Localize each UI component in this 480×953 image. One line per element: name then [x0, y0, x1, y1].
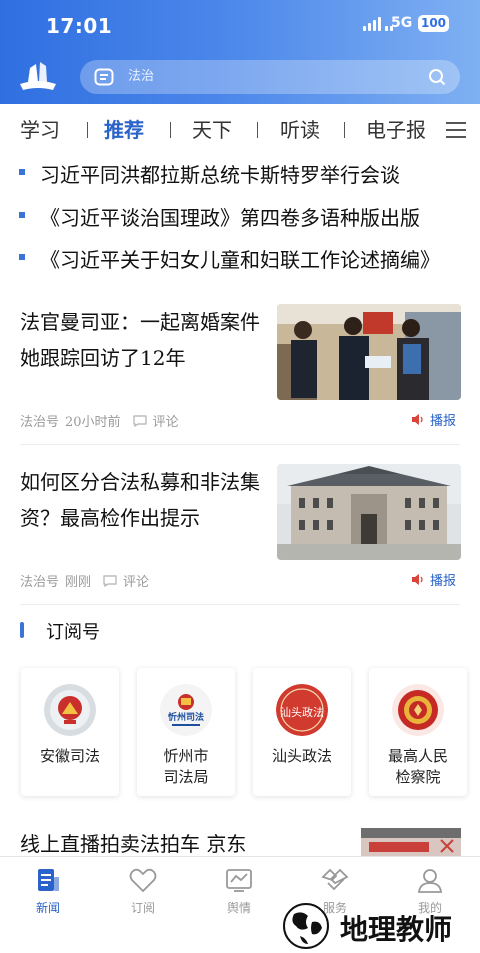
news-title[interactable]: 法官曼司亚：一起离婚案件她跟踪回访了12年 — [20, 304, 266, 376]
shantou-politics-logo-icon: 汕头政法 — [276, 684, 328, 736]
news-image[interactable] — [277, 464, 461, 560]
chart-icon — [226, 869, 252, 892]
news-card[interactable]: 如何区分合法私募和非法集资？最高检作出提示 法治号 刚刚 评论 播报 — [0, 464, 480, 624]
tab-divider — [344, 122, 345, 138]
tab-divider — [87, 122, 88, 138]
headline-text[interactable]: 《习近平谈治国理政》第四卷多语种版出版 — [40, 202, 420, 231]
watermark: 地理教师 — [276, 902, 472, 950]
section-accent-bar — [20, 622, 24, 638]
subscription-name: 忻州市 司法局 — [163, 747, 209, 786]
xinzhou-justice-logo-icon: 忻州司法 — [160, 684, 212, 736]
comment-label[interactable]: 评论 — [153, 411, 179, 430]
subscription-card-shantou-politics[interactable]: 汕头政法 汕头政法 — [253, 668, 351, 796]
bullet-icon — [19, 212, 25, 218]
tab-world[interactable]: 天下 — [192, 114, 232, 143]
signal-icon — [363, 17, 393, 31]
headline-item[interactable]: 习近平同洪都拉斯总统卡斯特罗举行会谈 — [0, 155, 480, 191]
subscription-name: 最高人民 检察院 — [387, 747, 448, 786]
battery-icon: 100 — [418, 15, 449, 32]
news-image[interactable] — [361, 828, 461, 856]
divider — [20, 604, 460, 605]
person-icon — [417, 869, 443, 893]
channel-tabs: 学习 推荐 天下 听读 电子报 — [0, 104, 480, 152]
app-logo-icon[interactable] — [18, 58, 58, 94]
speaker-icon — [412, 574, 423, 585]
xinzhou-logo-text: 忻州司法 — [168, 711, 204, 723]
watermark-text: 地理教师 — [340, 913, 453, 946]
bullet-icon — [19, 254, 25, 260]
news-meta: 法治号 刚刚 评论 — [20, 571, 149, 590]
scan-icon[interactable] — [94, 68, 114, 86]
news-time: 20小时前 — [65, 415, 121, 430]
heart-icon — [129, 868, 157, 893]
subscription-card-supreme-procuratorate[interactable]: 最高人民 检察院 — [369, 668, 467, 796]
headline-text[interactable]: 习近平同洪都拉斯总统卡斯特罗举行会谈 — [40, 159, 400, 188]
tab-recommend[interactable]: 推荐 — [104, 114, 144, 143]
subscription-name: 汕头政法 — [271, 747, 332, 765]
nav-subscribe[interactable]: 订阅 — [113, 865, 173, 916]
broadcast-button[interactable]: 播报 — [411, 570, 456, 589]
search-bar[interactable]: 法治 — [80, 60, 460, 94]
news-source[interactable]: 法治号 — [20, 411, 59, 430]
shantou-logo-text: 汕头政法 — [280, 705, 324, 719]
news-icon — [38, 869, 59, 891]
headline-item[interactable]: 《习近平关于妇女儿童和妇联工作论述摘编》 — [0, 240, 480, 276]
tab-divider — [257, 122, 258, 138]
headline-text[interactable]: 《习近平关于妇女儿童和妇联工作论述摘编》 — [40, 244, 440, 273]
news-time: 刚刚 — [65, 575, 92, 590]
subscription-card-xinzhou-justice[interactable]: 忻州司法 忻州市 司法局 — [137, 668, 235, 796]
divider — [20, 444, 460, 445]
news-meta: 法治号 20小时前 评论 — [20, 411, 179, 430]
search-input[interactable]: 法治 — [128, 60, 154, 94]
menu-icon[interactable] — [446, 122, 466, 140]
tab-divider — [170, 122, 171, 138]
broadcast-label: 播报 — [430, 574, 457, 589]
globe-logo-icon — [283, 903, 329, 949]
news-source[interactable]: 法治号 — [20, 571, 59, 590]
subscription-name: 安徽司法 — [39, 747, 100, 765]
app-header: 17:01 5G 100 法治 — [0, 0, 480, 104]
broadcast-button[interactable]: 播报 — [411, 410, 456, 429]
news-card[interactable]: 法官曼司亚：一起离婚案件她跟踪回访了12年 法治号 20小时前 评论 播报 — [0, 304, 480, 464]
tab-listen-read[interactable]: 听读 — [280, 114, 320, 143]
nav-label: 舆情 — [226, 901, 251, 915]
anhui-justice-logo-icon — [44, 684, 96, 736]
supreme-procuratorate-logo-icon — [392, 684, 444, 736]
status-bar: 17:01 5G 100 — [0, 0, 480, 50]
comment-icon[interactable] — [132, 414, 147, 427]
nav-label: 订阅 — [130, 901, 155, 915]
tab-e-paper[interactable]: 电子报 — [366, 114, 426, 143]
nav-label: 新闻 — [35, 901, 60, 915]
comment-label[interactable]: 评论 — [123, 571, 149, 590]
nav-public-opinion[interactable]: 舆情 — [209, 865, 269, 916]
news-title[interactable]: 如何区分合法私募和非法集资？最高检作出提示 — [20, 464, 266, 536]
headline-item[interactable]: 《习近平谈治国理政》第四卷多语种版出版 — [0, 198, 480, 234]
status-time: 17:01 — [46, 14, 113, 38]
subscription-card-anhui-justice[interactable]: 安徽司法 — [21, 668, 119, 796]
speaker-icon — [412, 414, 423, 425]
section-title: 订阅号 — [46, 622, 100, 643]
search-icon[interactable] — [428, 68, 446, 86]
broadcast-label: 播报 — [430, 414, 457, 429]
tab-study[interactable]: 学习 — [20, 114, 60, 143]
news-title[interactable]: 线上直播拍卖法拍车 京东 — [20, 828, 246, 857]
news-image[interactable] — [277, 304, 461, 400]
network-type: 5G — [391, 15, 413, 31]
bullet-icon — [19, 169, 25, 175]
handshake-icon — [321, 868, 349, 891]
comment-icon[interactable] — [103, 574, 117, 587]
nav-news[interactable]: 新闻 — [18, 865, 78, 916]
